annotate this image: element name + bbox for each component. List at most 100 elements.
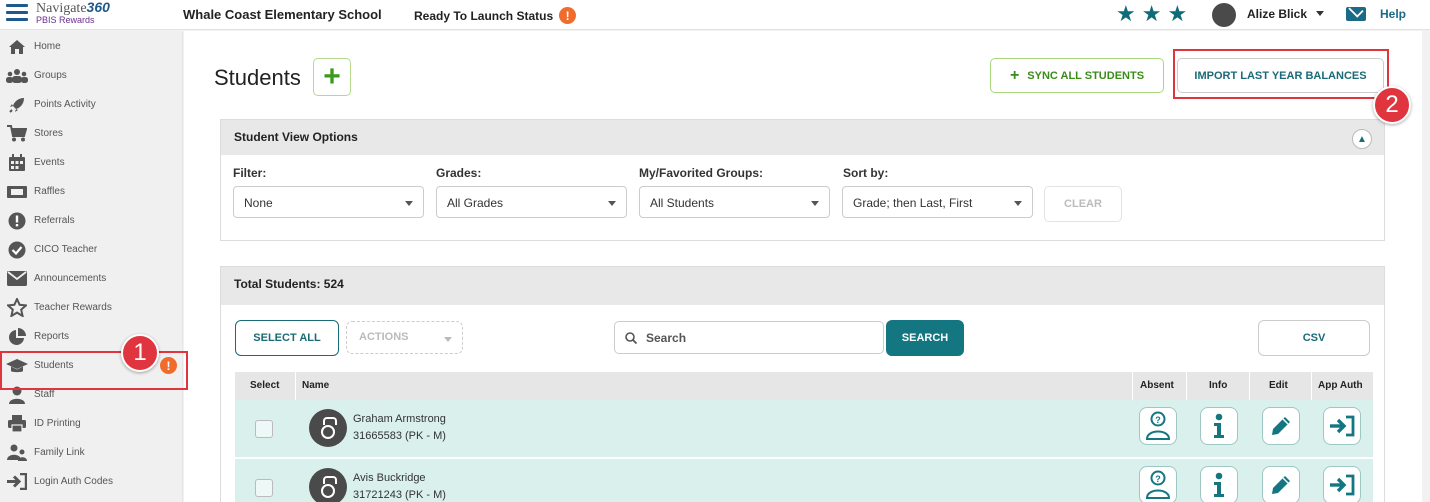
panel-header: Student View Options ▲ <box>221 120 1384 155</box>
sidebar-item-login-auth-codes[interactable]: Login Auth Codes <box>0 467 183 496</box>
help-link[interactable]: Help <box>1380 7 1406 21</box>
svg-text:?: ? <box>1155 474 1161 484</box>
filter-value: None <box>244 196 273 210</box>
groups-select[interactable]: All Students <box>639 186 830 218</box>
info-button[interactable] <box>1200 466 1238 502</box>
sort-select[interactable]: Grade; then Last, First <box>842 186 1033 218</box>
star-icon: ★ <box>1116 1 1136 26</box>
absent-button[interactable]: ? <box>1139 466 1177 502</box>
sort-label: Sort by: <box>843 166 889 180</box>
check-circle-icon <box>6 241 28 259</box>
sidebar-item-stores[interactable]: Stores <box>0 119 183 148</box>
sign-in-icon <box>6 473 28 491</box>
filter-label: Filter: <box>233 166 267 180</box>
chevron-down-icon <box>1014 201 1022 206</box>
clear-button[interactable]: CLEAR <box>1044 186 1122 222</box>
sidebar-item-label: Events <box>34 157 65 168</box>
student-view-options-panel: Student View Options ▲ <box>220 119 1385 241</box>
search-button[interactable]: SEARCH <box>886 320 964 356</box>
sync-all-students-button[interactable]: + SYNC ALL STUDENTS <box>990 58 1164 93</box>
edit-button[interactable] <box>1262 466 1300 502</box>
sidebar-item-raffles[interactable]: Raffles <box>0 177 183 206</box>
mail-icon[interactable] <box>1346 7 1366 21</box>
launch-status[interactable]: Ready To Launch Status ! <box>414 7 577 24</box>
sidebar-item-label: Staff <box>34 389 55 400</box>
sidebar-item-label: Referrals <box>34 215 75 226</box>
chevron-up-icon[interactable]: ▲ <box>1352 129 1372 149</box>
sidebar-item-family-link[interactable]: Family Link <box>0 438 183 467</box>
annotation-badge-1: 1 <box>121 334 159 372</box>
envelope-icon <box>6 270 28 288</box>
brand-logo[interactable]: Navigate360 PBIS Rewards <box>36 0 110 25</box>
sidebar-item-label: Stores <box>34 128 63 139</box>
user-menu[interactable]: Alize Blick <box>1247 7 1307 21</box>
sidebar-item-cico-teacher[interactable]: CICO Teacher <box>0 235 183 264</box>
school-name: Whale Coast Elementary School <box>183 7 382 22</box>
column-divider <box>1249 372 1250 400</box>
app-auth-button[interactable] <box>1323 466 1361 502</box>
sidebar-item-groups[interactable]: Groups <box>0 61 183 90</box>
student-name[interactable]: Avis Buckridge <box>353 472 426 484</box>
sign-in-icon <box>1330 474 1355 496</box>
pie-chart-icon <box>6 327 28 346</box>
column-header-name[interactable]: Name <box>302 380 329 391</box>
user-avatar[interactable] <box>1212 3 1236 27</box>
panel-title: Student View Options <box>234 130 358 144</box>
brand-number: 360 <box>86 0 110 15</box>
chevron-down-icon <box>444 337 452 342</box>
actions-dropdown[interactable]: ACTIONS <box>346 321 463 354</box>
absent-person-icon: ? <box>1145 411 1171 440</box>
pencil-icon <box>1272 476 1290 494</box>
actions-label: ACTIONS <box>359 331 409 343</box>
absent-button[interactable]: ? <box>1139 407 1177 445</box>
sidebar-item-label: Groups <box>34 70 67 81</box>
sidebar-item-label: Family Link <box>34 447 85 458</box>
student-name[interactable]: Graham Armstrong <box>353 413 446 425</box>
sidebar-item-label: Login Auth Codes <box>34 476 113 487</box>
grades-label: Grades: <box>436 166 482 180</box>
star-icon: ★ <box>1167 1 1188 26</box>
csv-button[interactable]: CSV <box>1258 320 1370 356</box>
sync-label: SYNC ALL STUDENTS <box>1027 69 1145 82</box>
cart-icon <box>6 125 28 143</box>
filter-select[interactable]: None <box>233 186 424 218</box>
menu-icon[interactable] <box>6 4 28 22</box>
add-student-button[interactable]: + <box>313 58 351 96</box>
edit-button[interactable] <box>1262 407 1300 445</box>
table-row[interactable]: Graham Armstrong 31665583 (PK - M) ? <box>235 400 1373 458</box>
calendar-icon <box>6 153 28 172</box>
rocket-icon <box>6 96 28 114</box>
groups-label: My/Favorited Groups: <box>639 166 764 180</box>
sidebar-item-label: ID Printing <box>34 418 81 429</box>
grades-select[interactable]: All Grades <box>436 186 627 218</box>
table-header: Select Name Absent Info Edit App Auth <box>235 372 1373 400</box>
search-input[interactable]: Search <box>614 321 884 354</box>
sidebar-item-label: Raffles <box>34 186 65 197</box>
sidebar-item-label: Reports <box>34 331 70 342</box>
sidebar-item-events[interactable]: Events <box>0 148 183 177</box>
sidebar-item-label: Points Activity <box>34 99 96 110</box>
sidebar-item-teacher-rewards[interactable]: Teacher Rewards <box>0 293 183 322</box>
column-divider <box>1186 372 1187 400</box>
app-auth-button[interactable] <box>1323 407 1361 445</box>
total-students: Total Students: 524 <box>221 267 1384 305</box>
column-header-app-auth: App Auth <box>1318 380 1363 391</box>
sidebar-item-id-printing[interactable]: ID Printing <box>0 409 183 438</box>
chevron-down-icon[interactable] <box>1316 11 1324 16</box>
info-button[interactable] <box>1200 407 1238 445</box>
sidebar-item-referrals[interactable]: Referrals <box>0 206 183 235</box>
chevron-down-icon <box>405 201 413 206</box>
star-icon: ★ <box>1141 1 1162 26</box>
row-checkbox[interactable] <box>255 420 273 438</box>
select-all-button[interactable]: SELECT ALL <box>235 320 339 356</box>
sidebar-item-home[interactable]: Home <box>0 32 183 61</box>
plus-icon: + <box>1009 66 1020 84</box>
sidebar-item-announcements[interactable]: Announcements <box>0 264 183 293</box>
column-header-info: Info <box>1209 380 1228 391</box>
groups-value: All Students <box>650 196 715 210</box>
row-checkbox[interactable] <box>255 479 273 497</box>
sidebar-item-points-activity[interactable]: Points Activity <box>0 90 183 119</box>
star-outline-icon <box>6 298 28 317</box>
pencil-icon <box>1272 417 1290 435</box>
table-row[interactable]: Avis Buckridge 31721243 (PK - M) ? <box>235 459 1373 502</box>
